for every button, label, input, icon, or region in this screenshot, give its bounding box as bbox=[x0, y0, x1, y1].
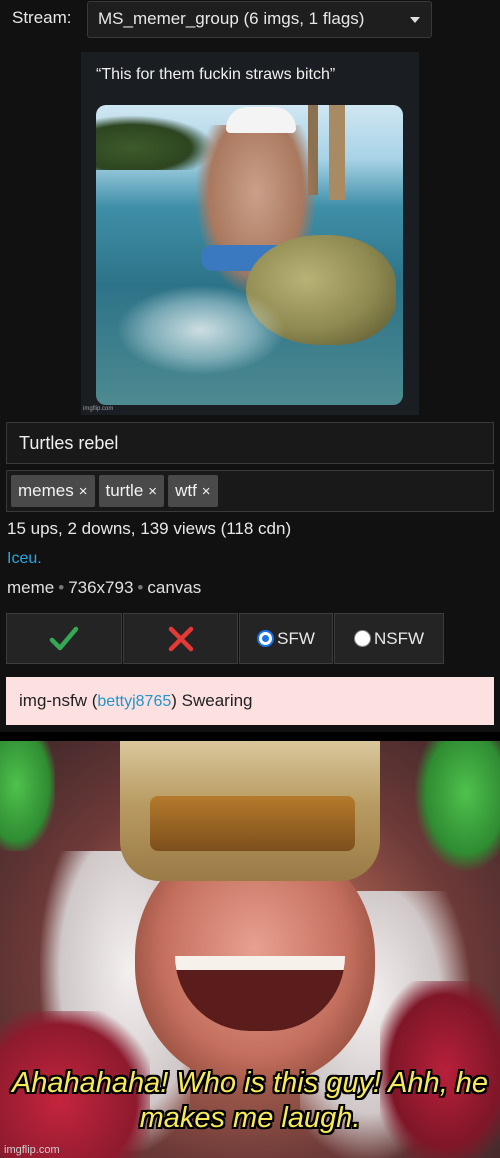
meta-type: meme bbox=[7, 578, 55, 597]
radio-unchecked-icon bbox=[353, 630, 371, 647]
separator-dot: • bbox=[58, 578, 65, 597]
meme-feathers bbox=[415, 741, 500, 871]
photo bbox=[96, 105, 403, 405]
post-image[interactable]: “This for them fuckin straws bitch” imgf… bbox=[81, 52, 419, 415]
sfw-label: SFW bbox=[277, 628, 315, 648]
meta-source: canvas bbox=[147, 578, 202, 597]
meme-watermark: imgflip.com bbox=[4, 1144, 60, 1156]
flag-prefix: img-nsfw ( bbox=[19, 691, 98, 710]
flag-notice: img-nsfw (bettyj8765) Swearing bbox=[6, 677, 494, 725]
radio-checked-icon bbox=[257, 630, 275, 647]
flag-reason: ) Swearing bbox=[171, 691, 253, 710]
chevron-down-icon bbox=[410, 17, 420, 23]
tag-label: memes bbox=[18, 481, 74, 500]
post-stats: 15 ups, 2 downs, 139 views (118 cdn) bbox=[7, 519, 292, 538]
photo-pole bbox=[329, 105, 345, 200]
tag-chip[interactable]: memes × bbox=[11, 475, 95, 507]
post-meta: meme • 736x793 • canvas bbox=[7, 578, 201, 598]
tag-chip[interactable]: wtf × bbox=[168, 475, 218, 507]
remove-tag-icon[interactable]: × bbox=[79, 483, 88, 500]
separator-dot: • bbox=[137, 578, 144, 597]
tag-chip[interactable]: turtle × bbox=[98, 475, 165, 507]
title-input[interactable]: Turtles rebel bbox=[6, 422, 494, 464]
reject-button[interactable] bbox=[123, 613, 238, 664]
remove-tag-icon[interactable]: × bbox=[148, 483, 157, 500]
image-watermark: imgflip.com bbox=[83, 406, 114, 412]
meme-feathers bbox=[0, 741, 55, 851]
photo-splash bbox=[116, 285, 286, 375]
author-link[interactable]: Iceu. bbox=[7, 550, 42, 568]
stream-label: Stream: bbox=[12, 8, 72, 27]
moderation-panel: Stream: MS_memer_group (6 imgs, 1 flags)… bbox=[0, 0, 500, 732]
stream-dropdown[interactable]: MS_memer_group (6 imgs, 1 flags) bbox=[87, 1, 432, 38]
nsfw-label: NSFW bbox=[373, 628, 425, 648]
sfw-radio[interactable]: SFW bbox=[239, 613, 333, 664]
cross-icon bbox=[168, 626, 193, 651]
image-caption-text: “This for them fuckin straws bitch” bbox=[96, 66, 336, 83]
tag-label: wtf bbox=[175, 481, 197, 500]
meme-crown-band bbox=[150, 796, 355, 851]
flagger-link[interactable]: bettyj8765 bbox=[97, 693, 171, 710]
tags-input[interactable]: memes × turtle × wtf × bbox=[6, 470, 494, 512]
check-icon bbox=[49, 626, 79, 650]
photo-cap bbox=[226, 107, 296, 133]
stream-selected-value: MS_memer_group (6 imgs, 1 flags) bbox=[98, 9, 365, 28]
meta-dimensions: 736x793 bbox=[68, 578, 134, 597]
approve-button[interactable] bbox=[6, 613, 122, 664]
remove-tag-icon[interactable]: × bbox=[202, 483, 211, 500]
meme-caption: Ahahahaha! Who is this guy! Ahh, he make… bbox=[11, 1067, 489, 1134]
tag-label: turtle bbox=[105, 481, 144, 500]
nsfw-radio[interactable]: NSFW bbox=[334, 613, 444, 664]
